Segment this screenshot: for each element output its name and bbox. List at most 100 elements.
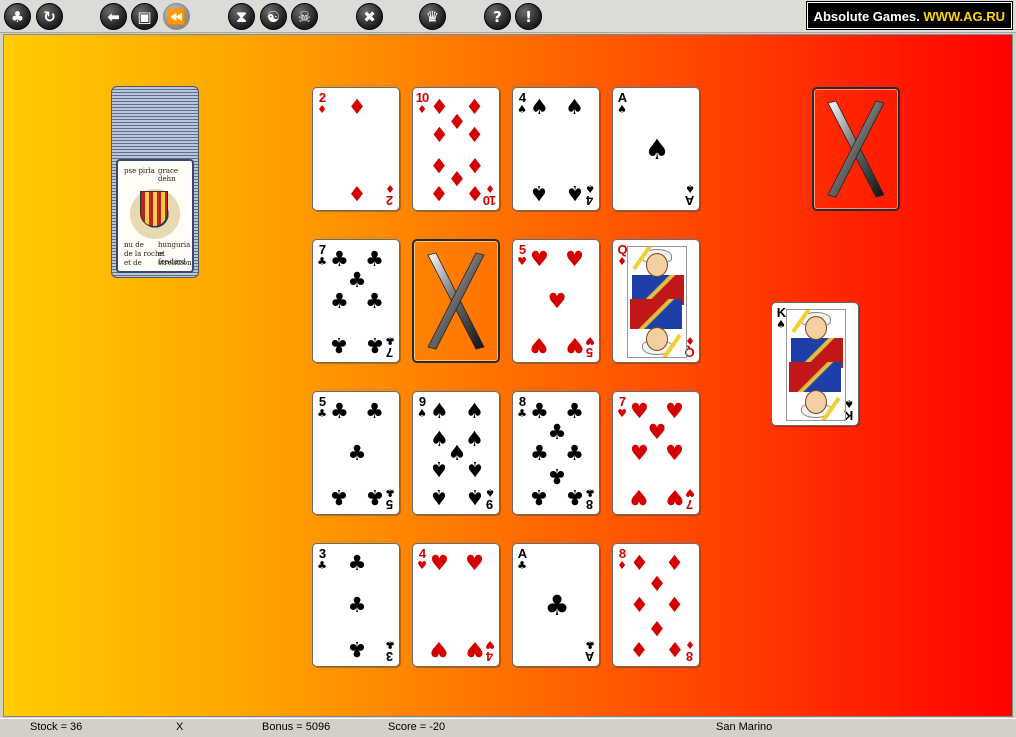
spade-icon: ♠: [465, 398, 484, 423]
club-icon: ♣: [544, 589, 570, 622]
playing-card[interactable]: 2 ♦ 2 ♦ ♦ ♦: [312, 87, 400, 211]
club-icon: ♣: [329, 398, 349, 423]
club-icon: ♣: [317, 407, 327, 420]
stock-card-text: hunguria: [158, 241, 191, 249]
card-index: 7 ♥: [615, 395, 629, 419]
deal-button[interactable]: ♣: [4, 3, 31, 30]
diamond-icon: ♦: [665, 637, 685, 662]
club-icon: ♣: [365, 398, 384, 423]
tools-icon: ✖: [363, 8, 376, 26]
give-up-button[interactable]: ☠: [291, 3, 318, 30]
face-card-portrait: [627, 246, 687, 358]
card-rank: A: [585, 649, 595, 664]
card-index: A ♠: [683, 182, 697, 208]
card-index: 7 ♣: [315, 243, 329, 267]
redo-button: ⏪: [163, 3, 190, 30]
score-value: Score = -20: [388, 721, 446, 733]
stock-card-text: nu de: [124, 241, 144, 249]
club-icon: ♣: [585, 638, 595, 651]
card-index: 4 ♥: [415, 547, 429, 571]
heart-icon: ♥: [529, 246, 549, 271]
diamond-icon: ♦: [347, 181, 367, 206]
restart-button[interactable]: ↻: [36, 3, 63, 30]
stock-card-text: et de: [124, 259, 142, 267]
club-icon: ♣: [365, 289, 384, 313]
hint-button[interactable]: ☯: [260, 3, 287, 30]
club-icon: ♣: [317, 255, 327, 268]
playing-card[interactable]: K ♠ K ♠: [771, 302, 859, 426]
playing-card[interactable]: 5 ♣ 5 ♣ ♣ ♣ ♣ ♣ ♣: [312, 391, 400, 515]
about-button[interactable]: !: [515, 3, 542, 30]
card-index: 5 ♥: [515, 243, 529, 267]
card-index: 9 ♠: [415, 395, 429, 419]
playing-card[interactable]: Q ♦ Q ♦: [612, 239, 700, 363]
foundation-slot[interactable]: [812, 87, 900, 211]
card-index: 10 ♦: [415, 91, 429, 115]
club-icon: ♣: [547, 464, 567, 489]
spade-icon: ♠: [517, 103, 527, 116]
empty-tableau-slot[interactable]: [412, 239, 500, 363]
club-icon: ♣: [365, 246, 384, 271]
playing-card[interactable]: 10 ♦ 10 ♦ ♦ ♦ ♦ ♦ ♦ ♦ ♦ ♦ ♦ ♦: [412, 87, 500, 211]
game-name: San Marino: [716, 721, 773, 733]
spade-icon: ♠: [529, 181, 549, 206]
spade-icon: ♠: [429, 456, 449, 481]
options-button[interactable]: ✖: [356, 3, 383, 30]
stock-top-card-back[interactable]: pse pirla grace dehn nu de hunguria de l…: [116, 159, 194, 273]
skull-icon: ☠: [297, 8, 312, 26]
diamond-icon: ♦: [347, 94, 367, 119]
snapshot-button[interactable]: ▣: [131, 3, 158, 30]
heart-icon: ♥: [517, 255, 527, 268]
diamond-icon: ♦: [647, 616, 667, 641]
heart-icon: ♥: [529, 333, 549, 358]
diamond-icon: ♦: [665, 550, 684, 575]
diamond-icon: ♦: [429, 123, 449, 148]
playing-card[interactable]: 3 ♣ 3 ♣ ♣ ♣ ♣: [312, 543, 400, 667]
playing-card[interactable]: 8 ♣ 8 ♣ ♣ ♣ ♣ ♣ ♣ ♣ ♣ ♣: [512, 391, 600, 515]
heart-icon: ♥: [629, 441, 649, 465]
club-icon: ♣: [365, 333, 385, 358]
help-button[interactable]: ?: [484, 3, 511, 30]
clubs-icon: ♣: [10, 8, 25, 26]
diamond-icon: ♦: [385, 182, 395, 195]
undo-button[interactable]: ⬅: [100, 3, 127, 30]
playing-card[interactable]: A ♠ A ♠ ♠: [612, 87, 700, 211]
card-rank: 2: [386, 193, 394, 208]
card-index: 5 ♣: [315, 395, 329, 419]
club-icon: ♣: [347, 441, 367, 465]
brand-banner[interactable]: Absolute Games. WWW.AG.RU: [805, 1, 1014, 30]
playing-card[interactable]: 9 ♠ 9 ♠ ♠ ♠ ♠ ♠ ♠ ♠ ♠ ♠ ♠: [412, 391, 500, 515]
playing-card[interactable]: 4 ♠ 4 ♠ ♠ ♠ ♠ ♠: [512, 87, 600, 211]
card-index: 8 ♦: [615, 547, 629, 571]
stock-pile[interactable]: pse pirla grace dehn nu de hunguria de l…: [111, 86, 199, 278]
playing-card[interactable]: A ♣ A ♣ ♣: [512, 543, 600, 667]
heart-icon: ♥: [565, 246, 584, 271]
playing-card[interactable]: 7 ♣ 7 ♣ ♣ ♣ ♣ ♣ ♣ ♣ ♣: [312, 239, 400, 363]
playing-card[interactable]: 4 ♥ 4 ♥ ♥ ♥ ♥ ♥: [412, 543, 500, 667]
stock-card-text: pse pirla: [124, 167, 155, 175]
toolbar: Absolute Games. WWW.AG.RU ♣ ↻ ⬅ ▣ ⏪ ⧗ ☯ ☠ ✖ ♛?!: [0, 0, 1016, 33]
game-table: pse pirla grace dehn nu de hunguria de l…: [3, 34, 1013, 717]
yin-yang-icon: ☯: [266, 8, 281, 26]
playing-card[interactable]: 5 ♥ 5 ♥ ♥ ♥ ♥ ♥ ♥: [512, 239, 600, 363]
scores-button[interactable]: ♛: [419, 3, 446, 30]
face-card-portrait: [786, 309, 846, 421]
playing-card[interactable]: 8 ♦ 8 ♦ ♦ ♦ ♦ ♦ ♦ ♦ ♦ ♦: [612, 543, 700, 667]
club-icon: ♣: [329, 485, 349, 510]
status-bar: Stock = 36 X Bonus = 5096 Score = -20 Sa…: [0, 718, 1016, 737]
club-icon: ♣: [317, 559, 327, 572]
empty-x-icon: [427, 252, 485, 350]
trophy-icon: ♛: [425, 8, 440, 26]
heart-icon: ♥: [547, 289, 567, 313]
club-icon: ♣: [329, 333, 349, 358]
back-arrow-icon: ⬅: [107, 8, 120, 26]
spade-icon: ♠: [565, 94, 584, 119]
heart-icon: ♥: [465, 550, 484, 575]
rewind-icon: ⏪: [167, 8, 186, 26]
heart-icon: ♥: [417, 559, 427, 572]
club-icon: ♣: [347, 550, 367, 575]
heart-icon: ♥: [429, 637, 449, 662]
timer-button[interactable]: ⧗: [228, 3, 255, 30]
club-icon: ♣: [565, 485, 585, 510]
playing-card[interactable]: 7 ♥ 7 ♥ ♥ ♥ ♥ ♥ ♥ ♥ ♥: [612, 391, 700, 515]
